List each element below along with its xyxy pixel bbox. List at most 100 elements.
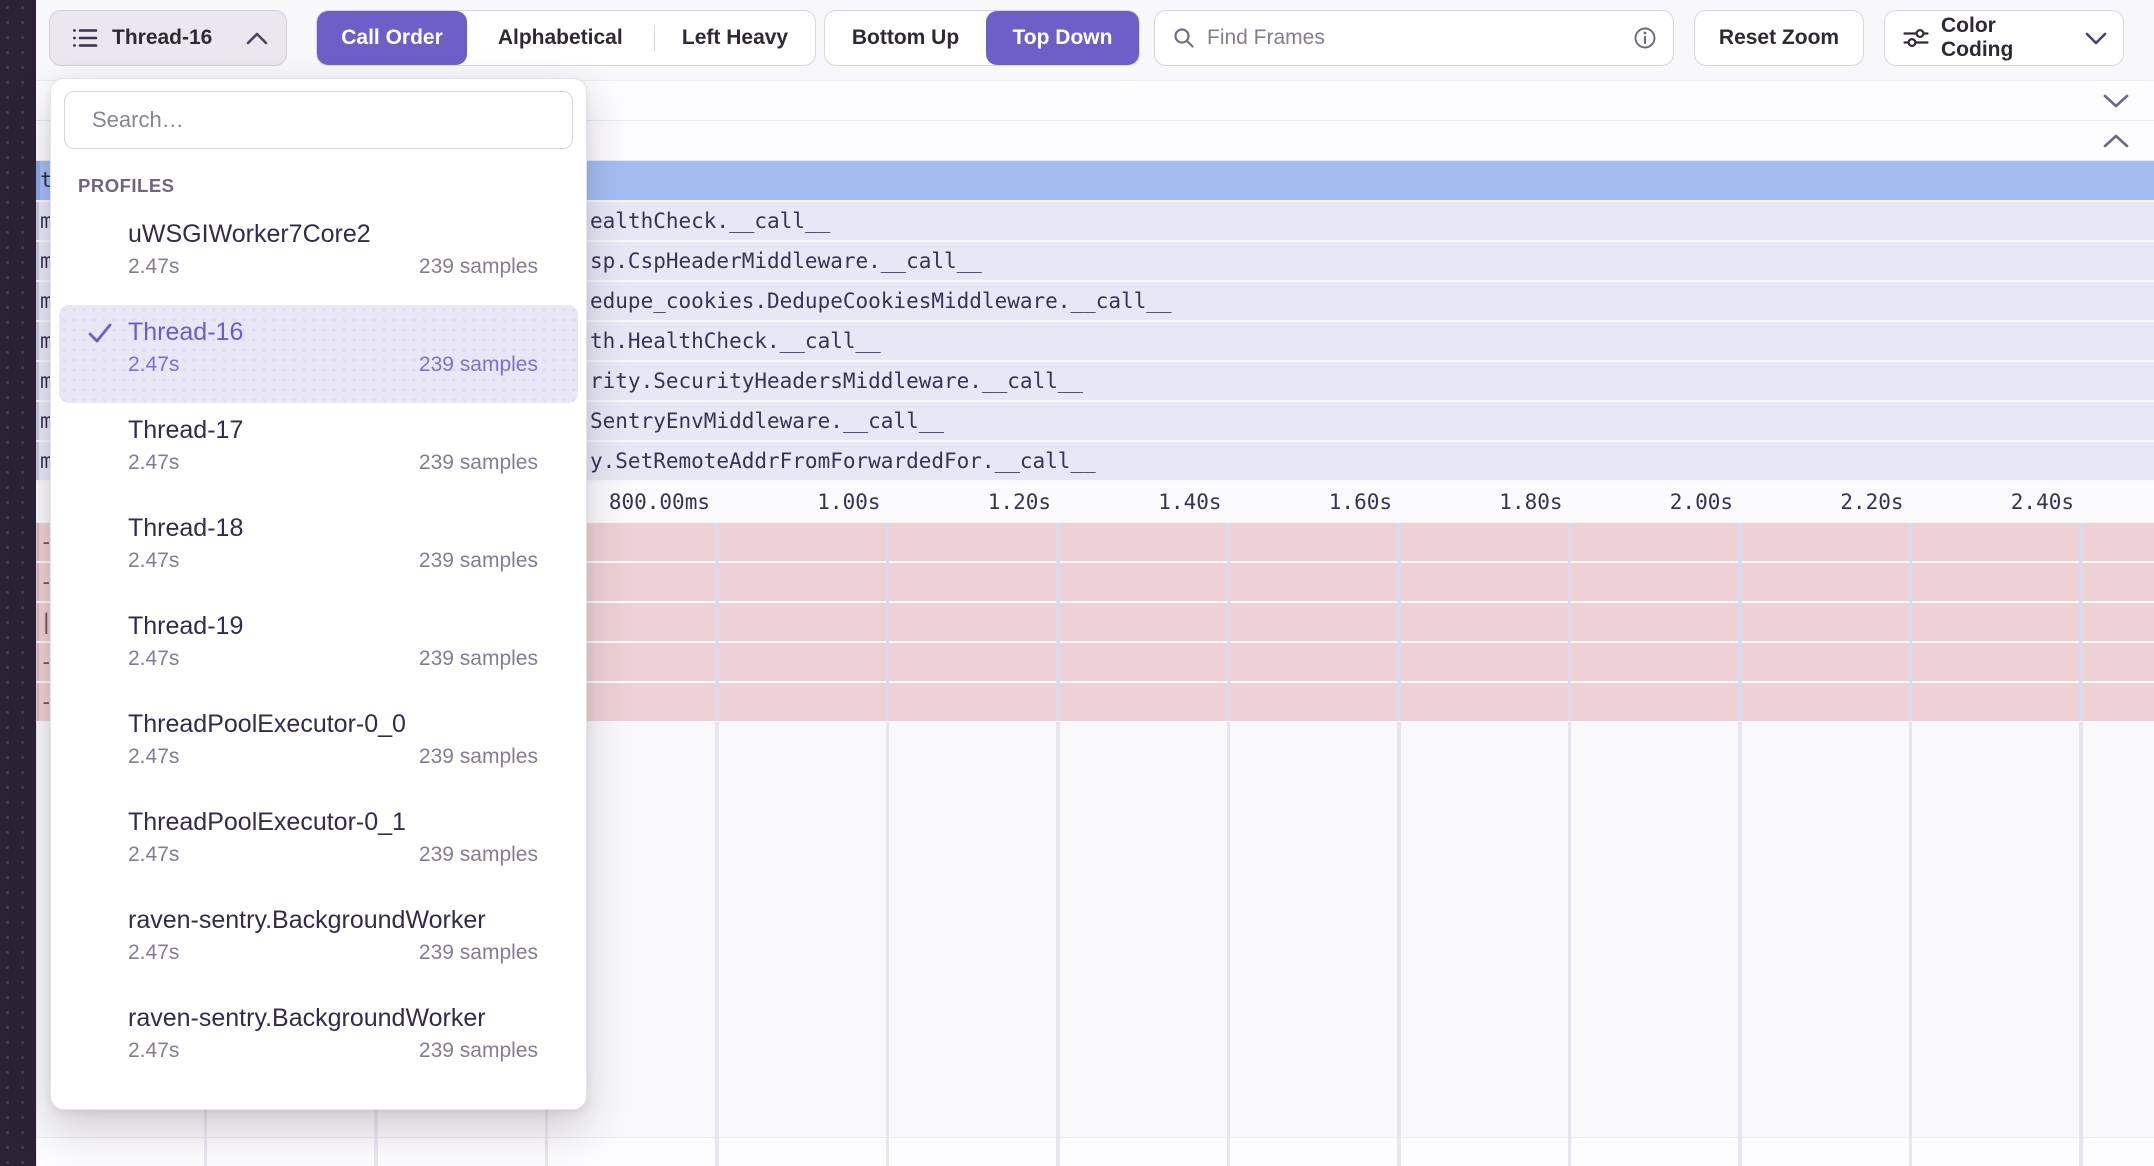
profile-name: raven-sentry.BackgroundWorker <box>128 893 548 935</box>
profiles-section-label: PROFILES <box>78 175 175 197</box>
direction-segmented-control: Bottom Up Top Down <box>824 10 1140 66</box>
profile-sample-count: 239 samples <box>419 745 538 769</box>
profile-list-item[interactable]: uWSGIWorker7Core2 2.47s 239 samples <box>59 207 578 305</box>
frame-function-label: SentryEnvMiddleware.__call__ <box>590 402 944 440</box>
axis-tick-label: 1.60s <box>1329 483 1397 522</box>
profile-duration: 2.47s <box>128 549 179 573</box>
frame-function-label: rity.SecurityHeadersMiddleware.__call__ <box>590 362 1083 400</box>
search-icon <box>1173 27 1195 49</box>
profiles-dropdown: PROFILES uWSGIWorker7Core2 2.47s 239 sam… <box>50 78 587 1110</box>
profile-sample-count: 239 samples <box>419 1039 538 1063</box>
profile-list-item[interactable]: Thread-18 2.47s 239 samples <box>59 501 578 599</box>
axis-tick-label: 1.80s <box>1499 483 1567 522</box>
sliders-icon <box>1903 27 1929 49</box>
time-gridline <box>1227 722 1231 1166</box>
time-gridline <box>886 722 890 1166</box>
time-gridline <box>36 523 37 721</box>
info-icon[interactable] <box>1633 26 1657 50</box>
checkmark-icon <box>87 321 113 345</box>
profile-list-item[interactable]: Thread-17 2.47s 239 samples <box>59 403 578 501</box>
profile-duration: 2.47s <box>128 843 179 867</box>
profile-duration: 2.47s <box>128 353 179 377</box>
sort-segmented-control: Call Order Alphabetical Left Heavy <box>316 10 816 66</box>
time-gridline <box>36 722 37 1166</box>
time-gridline <box>1738 722 1742 1166</box>
time-gridline <box>1909 523 1913 721</box>
profile-name: raven-sentry.BackgroundWorker <box>128 991 548 1033</box>
profile-duration: 2.47s <box>128 255 179 279</box>
profile-sample-count: 239 samples <box>419 843 538 867</box>
profile-list-item[interactable]: raven-sentry.BackgroundWorker 2.47s 239 … <box>59 991 578 1089</box>
axis-tick-label: 1.40s <box>1158 483 1226 522</box>
profile-sample-count: 239 samples <box>419 353 538 377</box>
toolbar: Thread-16 Call Order Alphabetical Left H… <box>36 0 2154 80</box>
tab-alphabetical[interactable]: Alphabetical <box>467 11 654 65</box>
frame-function-label: y.SetRemoteAddrFromForwardedFor.__call__ <box>590 442 1096 480</box>
reset-zoom-button[interactable]: Reset Zoom <box>1694 10 1864 66</box>
time-gridline <box>2079 523 2083 721</box>
thread-selector-button[interactable]: Thread-16 <box>49 10 287 66</box>
axis-tick-label: 2.00s <box>1670 483 1738 522</box>
profile-sample-count: 239 samples <box>419 549 538 573</box>
profile-list-item[interactable]: ThreadPoolExecutor-0_1 2.47s 239 samples <box>59 795 578 893</box>
time-gridline <box>1056 722 1060 1166</box>
profile-sample-count: 239 samples <box>419 451 538 475</box>
time-gridline <box>715 523 719 721</box>
profile-name: ThreadPoolExecutor-0_0 <box>128 697 548 739</box>
tab-top-down[interactable]: Top Down <box>986 11 1139 65</box>
profile-sample-count: 239 samples <box>419 647 538 671</box>
color-coding-label: Color Coding <box>1941 14 2073 62</box>
find-frames-box <box>1154 10 1674 66</box>
axis-tick-label: 800.00ms <box>609 483 715 522</box>
time-gridline <box>1397 722 1401 1166</box>
profile-name: ThreadPoolExecutor-0_1 <box>128 795 548 837</box>
profile-list-item[interactable]: ThreadPoolExecutor-0_0 2.47s 239 samples <box>59 697 578 795</box>
chevron-down-icon[interactable] <box>2102 93 2130 109</box>
axis-tick-label: 2.40s <box>2011 483 2079 522</box>
profiles-search-input[interactable] <box>64 91 573 149</box>
profile-name: Thread-18 <box>128 501 548 543</box>
axis-tick-label: 1.20s <box>988 483 1056 522</box>
frame-function-label: ealthCheck.__call__ <box>590 202 830 240</box>
chevron-up-icon <box>246 32 268 45</box>
profile-list-item[interactable]: Thread-16 2.47s 239 samples <box>59 305 578 403</box>
time-gridline <box>715 722 719 1166</box>
panel-bottom-divider <box>36 1137 2154 1166</box>
profile-list-item[interactable]: raven-sentry.BackgroundWorker 2.47s 239 … <box>59 893 578 991</box>
time-gridline <box>2079 722 2083 1166</box>
tab-bottom-up[interactable]: Bottom Up <box>825 11 986 65</box>
thread-selector-label: Thread-16 <box>112 26 232 50</box>
reset-zoom-label: Reset Zoom <box>1719 26 1839 50</box>
profile-duration: 2.47s <box>128 941 179 965</box>
profile-duration: 2.47s <box>128 1039 179 1063</box>
time-gridline <box>1909 722 1913 1166</box>
profile-name: uWSGIWorker7Core2 <box>128 207 548 249</box>
profile-duration: 2.47s <box>128 745 179 769</box>
axis-tick-label: 2.20s <box>1840 483 1908 522</box>
chevron-down-icon <box>2085 32 2107 45</box>
color-coding-button[interactable]: Color Coding <box>1884 10 2124 66</box>
frame-function-label: edupe_cookies.DedupeCookiesMiddleware.__… <box>590 282 1172 320</box>
find-frames-input[interactable] <box>1207 26 1621 50</box>
profile-name: Thread-17 <box>128 403 548 445</box>
time-gridline <box>1397 523 1401 721</box>
time-gridline <box>1056 523 1060 721</box>
tab-call-order[interactable]: Call Order <box>317 11 467 65</box>
profile-duration: 2.47s <box>128 647 179 671</box>
time-gridline <box>1227 523 1231 721</box>
tab-left-heavy[interactable]: Left Heavy <box>655 11 815 65</box>
chevron-up-icon[interactable] <box>2102 133 2130 149</box>
list-icon <box>72 26 98 50</box>
profile-name: Thread-16 <box>128 305 548 347</box>
profiles-list: uWSGIWorker7Core2 2.47s 239 samples Thre… <box>51 207 586 1089</box>
profile-name: Thread-19 <box>128 599 548 641</box>
axis-tick-label: 1.00s <box>817 483 885 522</box>
frame-function-label: sp.CspHeaderMiddleware.__call__ <box>590 242 982 280</box>
time-gridline <box>886 523 890 721</box>
profile-sample-count: 239 samples <box>419 941 538 965</box>
time-gridline <box>1568 523 1572 721</box>
profile-duration: 2.47s <box>128 451 179 475</box>
profile-list-item[interactable]: Thread-19 2.47s 239 samples <box>59 599 578 697</box>
frame-function-label: th.HealthCheck.__call__ <box>590 322 881 360</box>
time-gridline <box>1738 523 1742 721</box>
